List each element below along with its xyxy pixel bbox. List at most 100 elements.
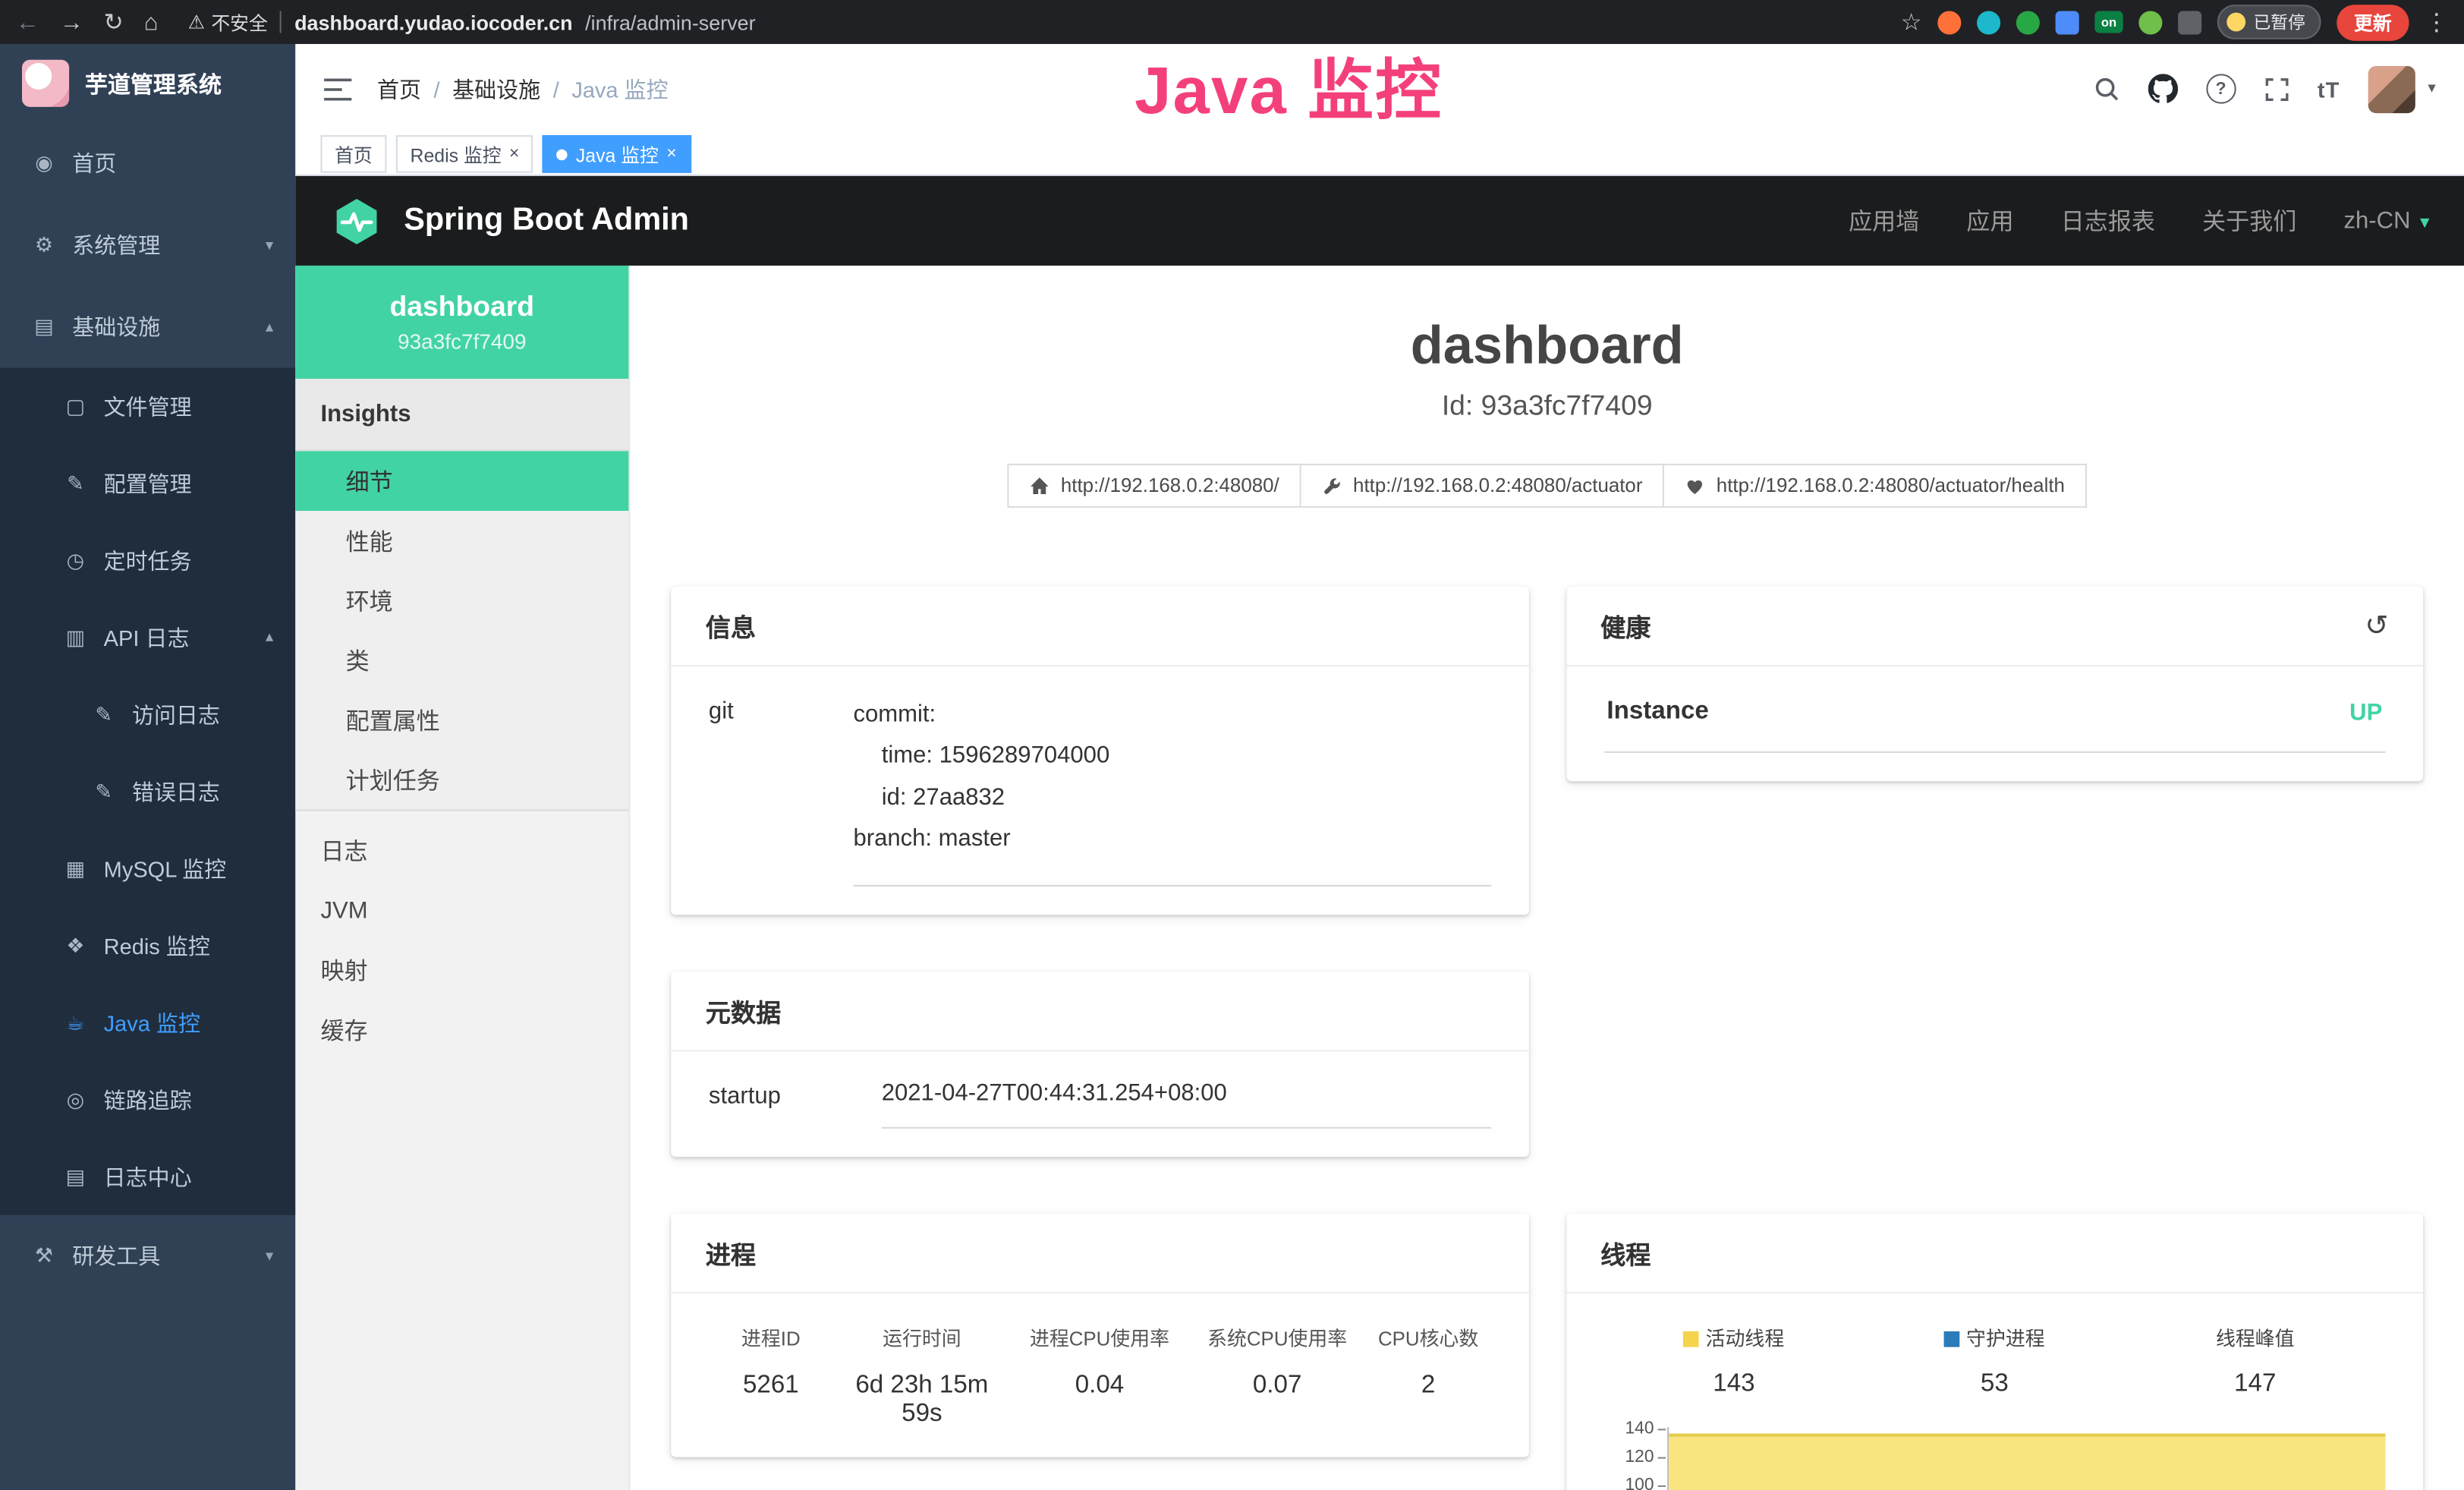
paused-badge[interactable]: 已暂停 xyxy=(2217,5,2321,39)
instance-name: dashboard xyxy=(390,291,535,323)
chevron-down-icon[interactable]: ▾ xyxy=(2428,80,2435,98)
instance-header[interactable]: dashboard 93a3fc7f7409 xyxy=(295,266,628,379)
col-value: 0.04 xyxy=(1011,1372,1188,1400)
extension-icon-leaf[interactable] xyxy=(2138,10,2162,33)
reload-icon[interactable]: ↻ xyxy=(104,10,124,33)
col-value: 0.07 xyxy=(1188,1372,1366,1400)
close-icon[interactable]: × xyxy=(666,145,676,164)
sba-logo-icon[interactable] xyxy=(330,194,383,247)
tab-java-monitor[interactable]: Java 监控 × xyxy=(543,135,691,173)
endpoint-health[interactable]: http://192.168.0.2:48080/actuator/health xyxy=(1664,464,2086,508)
hamburger-icon[interactable] xyxy=(324,78,352,100)
security-warning[interactable]: ⚠ 不安全 xyxy=(188,8,268,35)
extension-icon-on-badge[interactable]: on xyxy=(2094,11,2123,33)
tab-label: Java 监控 xyxy=(576,140,659,167)
timer-icon: ◷ xyxy=(63,548,88,573)
health-card-body: Instance UP xyxy=(1566,666,2424,781)
sidebar-item-classes[interactable]: 类 xyxy=(295,630,628,690)
home-icon[interactable]: ⌂ xyxy=(144,10,159,33)
sidebar-item-file-mgmt[interactable]: ▢ 文件管理 xyxy=(0,368,295,445)
history-icon[interactable]: ↺ xyxy=(2365,609,2388,641)
col-header: 系统CPU使用率 xyxy=(1188,1322,1366,1352)
axis-tick: 100 xyxy=(1625,1476,1654,1490)
health-instance-row[interactable]: Instance UP xyxy=(1603,695,2385,753)
extension-icon-blue[interactable] xyxy=(2056,10,2079,33)
legend-swatch-daemon xyxy=(1944,1331,1960,1347)
sba-nav-about[interactable]: 关于我们 xyxy=(2202,204,2296,237)
sidebar-item-java-monitor[interactable]: ☕ Java 监控 xyxy=(0,984,295,1060)
sidebar-item-api-logs[interactable]: ▥ API 日志 ▴ xyxy=(0,599,295,676)
active-dot xyxy=(557,149,568,159)
sidebar-item-log-center[interactable]: ▤ 日志中心 xyxy=(0,1138,295,1214)
sidebar-item-redis-monitor[interactable]: ❖ Redis 监控 xyxy=(0,907,295,984)
back-icon[interactable]: ← xyxy=(16,10,39,33)
forward-icon[interactable]: → xyxy=(60,10,83,33)
tab-home[interactable]: 首页 xyxy=(320,135,386,173)
breadcrumb-infrastructure[interactable]: 基础设施 xyxy=(452,73,540,104)
avatar[interactable] xyxy=(2368,65,2415,112)
sidebar-item-config-props[interactable]: 配置属性 xyxy=(295,690,628,750)
sidebar-item-access-logs[interactable]: ✎ 访问日志 xyxy=(0,676,295,752)
sidebar-item-jvm[interactable]: JVM xyxy=(295,880,628,940)
sidebar-item-environment[interactable]: 环境 xyxy=(295,571,628,631)
sba-nav-wallboard[interactable]: 应用墙 xyxy=(1849,204,1919,237)
extensions-puzzle-icon[interactable] xyxy=(2178,10,2201,33)
instance-links: 日志 JVM 映射 缓存 xyxy=(295,811,628,1060)
metadata-card-body: startup 2021-04-27T00:44:31.254+08:00 xyxy=(671,1051,1528,1157)
sidebar-item-mysql-monitor[interactable]: ▦ MySQL 监控 xyxy=(0,830,295,906)
tab-redis-monitor[interactable]: Redis 监控 × xyxy=(396,135,533,173)
threads-daemon-col: 守护进程 53 xyxy=(1865,1322,2125,1399)
sidebar-item-label: API 日志 xyxy=(104,622,190,653)
sba-brand[interactable]: Spring Boot Admin xyxy=(404,203,689,239)
threads-chart: 140 120 100 xyxy=(1603,1427,2385,1490)
app-logo[interactable]: 芋道管理系统 xyxy=(0,44,295,123)
help-icon[interactable]: ? xyxy=(2206,74,2236,103)
font-size-icon[interactable]: tT xyxy=(2318,76,2340,101)
sidebar-item-label: 文件管理 xyxy=(104,391,192,422)
sidebar-item-home[interactable]: ◉ 首页 xyxy=(0,123,295,205)
sidebar-item-infrastructure[interactable]: ▤ 基础设施 ▴ xyxy=(0,286,295,368)
extension-icon-green[interactable] xyxy=(2016,10,2040,33)
sba-nav-journal[interactable]: 日志报表 xyxy=(2061,204,2155,237)
sidebar-item-cron-jobs[interactable]: ◷ 定时任务 xyxy=(0,522,295,599)
bookmark-star-icon[interactable]: ☆ xyxy=(1901,10,1922,33)
sidebar-item-mappings[interactable]: 映射 xyxy=(295,940,628,1000)
java-icon: ☕ xyxy=(63,1010,88,1035)
home-dashboard-icon: ◉ xyxy=(31,151,56,176)
sidebar-item-caches[interactable]: 缓存 xyxy=(295,1000,628,1060)
info-card-body: git commit: time: 1596289704000 id: 27aa… xyxy=(671,666,1528,915)
endpoint-base-url[interactable]: http://192.168.0.2:48080/ xyxy=(1007,464,1301,508)
locale-label: zh-CN xyxy=(2344,207,2411,234)
sidebar-item-system-mgmt[interactable]: ⚙ 系统管理 ▾ xyxy=(0,204,295,286)
breadcrumb-home[interactable]: 首页 xyxy=(377,73,421,104)
extension-icon-orange[interactable] xyxy=(1937,10,1961,33)
sidebar-item-dev-tools[interactable]: ⚒ 研发工具 ▾ xyxy=(0,1215,295,1297)
sidebar-item-logs[interactable]: 日志 xyxy=(295,821,628,880)
endpoint-actuator[interactable]: http://192.168.0.2:48080/actuator xyxy=(1301,464,1665,508)
tab-label: Redis 监控 xyxy=(411,140,502,167)
sidebar-item-label: Java 监控 xyxy=(104,1006,200,1038)
sba-navbar: Spring Boot Admin 应用墙 应用 日志报表 关于我们 zh-CN… xyxy=(295,176,2464,266)
locale-selector[interactable]: zh-CN ▾ xyxy=(2344,207,2430,234)
github-icon[interactable] xyxy=(2148,74,2177,103)
sidebar-item-scheduled-tasks[interactable]: 计划任务 xyxy=(295,750,628,810)
address-bar[interactable]: ⚠ 不安全 dashboard.yudao.iocoder.cn/infra/a… xyxy=(188,8,756,35)
sidebar-item-config-mgmt[interactable]: ✎ 配置管理 xyxy=(0,445,295,521)
sidebar-item-metrics[interactable]: 性能 xyxy=(295,511,628,571)
process-col-pid: 进程ID 5261 xyxy=(709,1322,833,1429)
search-icon[interactable] xyxy=(2093,75,2119,102)
extension-icon-teal[interactable] xyxy=(1977,10,2000,33)
sidebar-item-tracing[interactable]: ◎ 链路追踪 xyxy=(0,1061,295,1138)
browser-menu-icon[interactable]: ⋮ xyxy=(2425,10,2448,33)
card-title: 健康 xyxy=(1600,606,1651,644)
sba-nav-applications[interactable]: 应用 xyxy=(1966,204,2013,237)
page-title: dashboard xyxy=(671,316,2423,377)
address-separator xyxy=(280,11,282,33)
sidebar-item-details[interactable]: 细节 xyxy=(295,451,628,511)
edit-icon: ✎ xyxy=(63,471,88,496)
chevron-up-icon: ▴ xyxy=(266,628,273,646)
chrome-update-button[interactable]: 更新 xyxy=(2337,4,2409,40)
sidebar-item-error-logs[interactable]: ✎ 错误日志 xyxy=(0,753,295,830)
close-icon[interactable]: × xyxy=(509,145,519,164)
fullscreen-icon[interactable] xyxy=(2264,76,2289,101)
